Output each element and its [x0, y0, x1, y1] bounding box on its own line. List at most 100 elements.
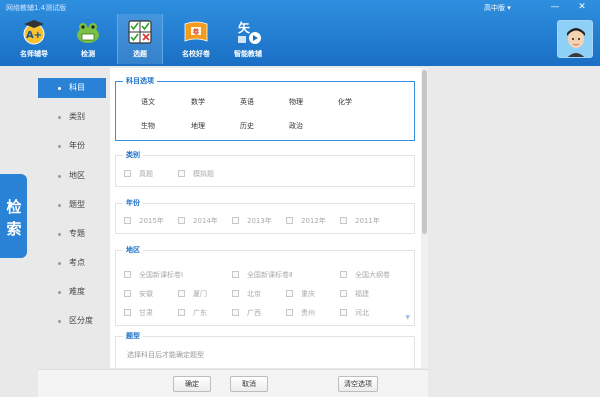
- checkbox[interactable]: [340, 290, 347, 297]
- subject-history[interactable]: 历史: [240, 121, 254, 131]
- option-year-2015[interactable]: 2015年: [124, 216, 164, 226]
- option-label: 北京: [247, 290, 261, 298]
- option-year-2013[interactable]: 2013年: [232, 216, 272, 226]
- checkbox[interactable]: [286, 309, 293, 316]
- scroll-thumb[interactable]: [422, 70, 427, 234]
- toolbar-smart-tutor[interactable]: 矢 智能教辅: [228, 14, 268, 64]
- option-label: 贵州: [301, 309, 315, 317]
- checkbox[interactable]: [124, 217, 131, 224]
- checkbox[interactable]: [340, 271, 347, 278]
- checkbox[interactable]: [124, 170, 131, 177]
- option-region-guizhou[interactable]: 贵州: [286, 308, 315, 318]
- nav-item-category[interactable]: 类别: [38, 107, 106, 127]
- option-year-2014[interactable]: 2014年: [178, 216, 218, 226]
- option-year-2011[interactable]: 2011年: [340, 216, 380, 226]
- filter-panel: 科目选项 语文 数学 英语 物理 化学 生物 地理 历史 政治 类别 真题 模拟…: [110, 68, 421, 368]
- option-region-fujian[interactable]: 福建: [340, 289, 369, 299]
- option-label: 真题: [139, 170, 153, 178]
- option-region-national-1[interactable]: 全国新课标卷Ⅰ: [124, 270, 183, 280]
- toolbar-test[interactable]: 检测: [68, 14, 108, 64]
- subject-politics[interactable]: 政治: [289, 121, 303, 131]
- toolbar-famous-teacher[interactable]: A+ 名师辅导: [14, 14, 54, 64]
- toolbar-label: 检测: [81, 50, 95, 58]
- option-region-guangdong[interactable]: 广东: [178, 308, 207, 318]
- frog-test-icon: [77, 23, 99, 43]
- nav-item-difficulty[interactable]: 难度: [38, 282, 106, 302]
- svg-text:矢: 矢: [238, 20, 251, 35]
- subject-physics[interactable]: 物理: [289, 97, 303, 107]
- search-tab-label: 检索: [6, 198, 22, 238]
- option-region-guangxi[interactable]: 广西: [232, 308, 261, 318]
- subject-chinese[interactable]: 语文: [141, 97, 155, 107]
- subject-chemistry[interactable]: 化学: [338, 97, 352, 107]
- window-title: 网络教辅1.4测试版: [6, 4, 67, 12]
- close-button[interactable]: ✕: [575, 2, 589, 13]
- checkbox[interactable]: [286, 217, 293, 224]
- nav-item-discrimination[interactable]: 区分度: [38, 311, 106, 331]
- nav-item-subject[interactable]: 科目: [38, 78, 106, 98]
- checkbox[interactable]: [178, 290, 185, 297]
- nav-item-topic[interactable]: 专题: [38, 224, 106, 244]
- expand-arrow-icon[interactable]: ▼: [405, 314, 410, 321]
- minimize-button[interactable]: —: [548, 2, 562, 13]
- clear-options-button[interactable]: 清空选项: [338, 376, 378, 392]
- subject-biology[interactable]: 生物: [141, 121, 155, 131]
- checkbox[interactable]: [232, 309, 239, 316]
- nav-item-label: 区分度: [69, 316, 93, 325]
- section-title: 题型: [123, 331, 143, 341]
- nav-item-question-type[interactable]: 题型: [38, 195, 106, 215]
- toolbar-label: 名校好卷: [182, 50, 210, 58]
- checkbox[interactable]: [178, 217, 185, 224]
- toolbar-exam-papers[interactable]: 卷 名校好卷: [176, 14, 216, 64]
- checkbox[interactable]: [232, 217, 239, 224]
- section-title: 年份: [123, 198, 143, 208]
- option-year-2012[interactable]: 2012年: [286, 216, 326, 226]
- subject-geography[interactable]: 地理: [191, 121, 205, 131]
- option-region-national-2[interactable]: 全国新课标卷Ⅱ: [232, 270, 292, 280]
- checkbox[interactable]: [340, 217, 347, 224]
- checkbox[interactable]: [124, 271, 131, 278]
- option-region-beijing[interactable]: 北京: [232, 289, 261, 299]
- option-region-chongqing[interactable]: 重庆: [286, 289, 315, 299]
- bullet-icon: [58, 233, 61, 236]
- option-label: 重庆: [301, 290, 315, 298]
- checkbox[interactable]: [232, 290, 239, 297]
- checkbox[interactable]: [178, 309, 185, 316]
- option-region-hebei[interactable]: 河北: [340, 308, 369, 318]
- checkbox[interactable]: [124, 290, 131, 297]
- nav-item-region[interactable]: 地区: [38, 166, 106, 186]
- option-label: 2013年: [247, 217, 272, 225]
- level-select[interactable]: 高中版 ▾: [484, 3, 511, 13]
- checkbox[interactable]: [232, 271, 239, 278]
- search-side-tab[interactable]: 检索: [0, 174, 27, 258]
- nav-item-label: 难度: [69, 287, 85, 296]
- subject-english[interactable]: 英语: [240, 97, 254, 107]
- subject-section: 科目选项 语文 数学 英语 物理 化学 生物 地理 历史 政治: [115, 76, 415, 141]
- cancel-button[interactable]: 取消: [230, 376, 268, 392]
- smart-tutor-icon: 矢: [238, 20, 261, 44]
- toolbar-select-questions[interactable]: 选题: [117, 14, 163, 64]
- checkbox[interactable]: [124, 309, 131, 316]
- option-region-xiamen[interactable]: 厦门: [178, 289, 207, 299]
- subject-math[interactable]: 数学: [191, 97, 205, 107]
- option-label: 安徽: [139, 290, 153, 298]
- user-avatar[interactable]: [557, 20, 593, 58]
- option-region-anhui[interactable]: 安徽: [124, 289, 153, 299]
- nav-item-year[interactable]: 年份: [38, 136, 106, 156]
- option-region-gansu[interactable]: 甘肃: [124, 308, 153, 318]
- nav-item-knowledge-point[interactable]: 考点: [38, 253, 106, 273]
- checkbox[interactable]: [286, 290, 293, 297]
- option-label: 全国新课标卷Ⅱ: [247, 271, 293, 279]
- nav-item-label: 年份: [69, 141, 85, 150]
- option-mock-exam[interactable]: 模拟题: [178, 169, 214, 179]
- action-bar: 确定 取消 清空选项: [38, 369, 428, 397]
- option-region-national-outline[interactable]: 全国大纲卷: [340, 270, 390, 280]
- nav-item-label: 专题: [69, 229, 85, 238]
- option-label: 2012年: [301, 217, 326, 225]
- question-type-hint: 选择科目后才能确定题型: [127, 351, 204, 359]
- panel-scrollbar[interactable]: [421, 68, 428, 368]
- confirm-button[interactable]: 确定: [173, 376, 211, 392]
- checkbox[interactable]: [340, 309, 347, 316]
- option-real-exam[interactable]: 真题: [124, 169, 153, 179]
- checkbox[interactable]: [178, 170, 185, 177]
